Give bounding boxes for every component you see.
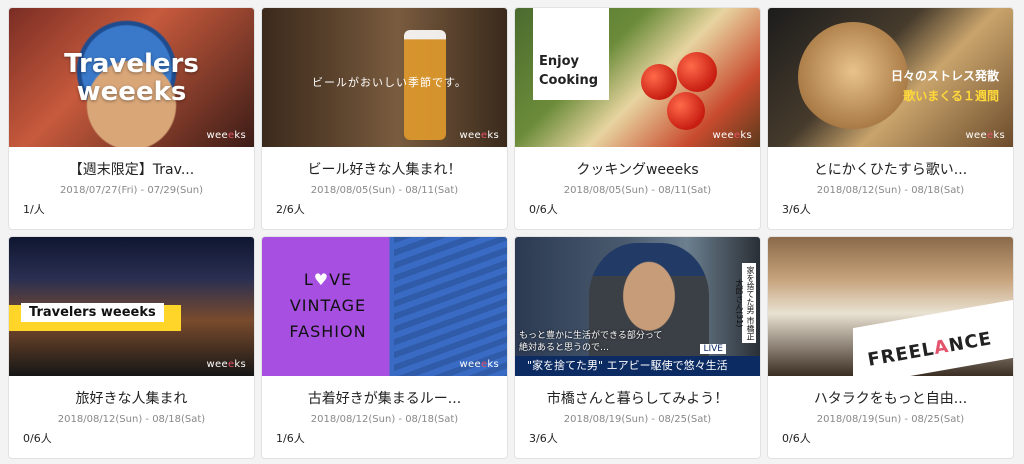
event-card[interactable]: Enjoy Cooking weeeks クッキングweeeks 2018/08… (514, 7, 761, 230)
event-thumbnail[interactable]: Enjoy Cooking weeeks (515, 8, 760, 147)
weeeks-watermark: weeeks (206, 130, 246, 141)
weeeks-watermark: weeeks (712, 130, 752, 141)
event-card[interactable]: 日々のストレス発散 歌いまくる１週間 weeeks とにかくひたすら歌い... … (767, 7, 1014, 230)
event-title[interactable]: 【週末限定】Trav... (9, 159, 254, 179)
event-thumbnail[interactable]: Travelers weeeks weeeks (9, 237, 254, 376)
thumbnail-title-line: VINTAGE (289, 296, 367, 315)
weeeks-watermark: weeeks (459, 130, 499, 141)
thumbnail-title: Travelers weeeks (64, 49, 199, 107)
event-dates: 2018/08/05(Sun) - 08/11(Sat) (563, 185, 712, 196)
news-side-caption: 家を捨てた男 市橋正太郎さん(31) (735, 263, 756, 343)
participant-count: 3/6人 (529, 432, 558, 445)
thumbnail-title-line: Cooking (539, 73, 599, 88)
weeeks-watermark: weeeks (206, 359, 246, 370)
event-dates: 2018/08/12(Sun) - 08/18(Sat) (310, 414, 459, 425)
participant-count: 0/6人 (23, 432, 52, 445)
event-title[interactable]: クッキングweeeks (515, 159, 760, 179)
event-thumbnail[interactable]: 日々のストレス発散 歌いまくる１週間 weeeks (768, 8, 1013, 147)
participant-count: 1/6人 (276, 432, 305, 445)
event-dates: 2018/08/12(Sun) - 08/18(Sat) (816, 185, 965, 196)
thumbnail-title-line: L♥VE (303, 270, 353, 289)
thumbnail-title: ビールがおいしい季節です。 (312, 76, 467, 89)
event-card[interactable]: L♥VE VINTAGE FASHION weeeks 古着好きが集まるルー..… (261, 236, 508, 459)
event-thumbnail[interactable]: L♥VE VINTAGE FASHION weeeks (262, 237, 507, 376)
thumbnail-title-line: Enjoy (539, 54, 579, 69)
event-card[interactable]: Travelers weeeks weeeks 旅好きな人集まれ 2018/08… (8, 236, 255, 459)
event-dates: 2018/07/27(Fri) - 07/29(Sun) (60, 185, 203, 196)
event-thumbnail[interactable]: Travelers weeeks weeeks (9, 8, 254, 147)
event-card[interactable]: ビールがおいしい季節です。 weeeks ビール好きな人集まれ！ 2018/08… (261, 7, 508, 230)
event-title[interactable]: 古着好きが集まるルー... (262, 388, 507, 408)
weeeks-watermark: weeeks (459, 359, 499, 370)
event-dates: 2018/08/19(Sun) - 08/25(Sat) (563, 414, 712, 425)
event-title[interactable]: ビール好きな人集まれ！ (262, 159, 507, 179)
participant-count: 0/6人 (782, 432, 811, 445)
tomato-image (677, 52, 717, 92)
thumbnail-title: Travelers weeeks (21, 303, 164, 322)
thumbnail-caption: 日々のストレス発散 歌いまくる１週間 (891, 66, 999, 106)
jeans-image (394, 237, 507, 376)
event-card[interactable]: Travelers weeeks weeeks 【週末限定】Trav... 20… (8, 7, 255, 230)
event-title[interactable]: ハタラクをもっと自由... (768, 388, 1013, 408)
news-subtitle: もっと豊かに生活ができる部分って 絶対あると思うので… (519, 331, 663, 353)
event-dates: 2018/08/05(Sun) - 08/11(Sat) (310, 185, 459, 196)
event-title[interactable]: とにかくひたすら歌い... (768, 159, 1013, 179)
participant-count: 1/人 (23, 203, 45, 216)
event-card[interactable]: 家を捨てた男 市橋正太郎さん(31) もっと豊かに生活ができる部分って 絶対ある… (514, 236, 761, 459)
tomato-image (641, 64, 677, 100)
event-dates: 2018/08/19(Sun) - 08/25(Sat) (816, 414, 965, 425)
participant-count: 2/6人 (276, 203, 305, 216)
weeeks-watermark: weeeks (965, 130, 1005, 141)
event-thumbnail[interactable]: 家を捨てた男 市橋正太郎さん(31) もっと豊かに生活ができる部分って 絶対ある… (515, 237, 760, 376)
thumbnail-caption-line: 日々のストレス発散 (890, 69, 999, 83)
participant-count: 3/6人 (782, 203, 811, 216)
thumbnail-caption-line: 歌いまくる１週間 (903, 89, 999, 103)
event-grid: Travelers weeeks weeeks 【週末限定】Trav... 20… (0, 0, 1024, 464)
tomato-image (667, 92, 705, 130)
event-title[interactable]: 市橋さんと暮らしてみよう！ (515, 388, 760, 408)
participant-count: 0/6人 (529, 203, 558, 216)
event-thumbnail[interactable]: FREELANCE (768, 237, 1013, 376)
event-card[interactable]: FREELANCE ハタラクをもっと自由... 2018/08/19(Sun) … (767, 236, 1014, 459)
thumbnail-title-line: FASHION (289, 322, 367, 341)
news-caption: "家を捨てた男" エアビー駆使で悠々生活 (515, 356, 760, 376)
event-dates: 2018/08/12(Sun) - 08/18(Sat) (57, 414, 206, 425)
heart-icon: ♥ (313, 270, 330, 289)
live-badge: LIVE (700, 344, 726, 354)
event-thumbnail[interactable]: ビールがおいしい季節です。 weeeks (262, 8, 507, 147)
thumbnail-title-box: Enjoy Cooking (533, 8, 609, 100)
event-title[interactable]: 旅好きな人集まれ (9, 388, 254, 408)
thumbnail-title: L♥VE VINTAGE FASHION (262, 267, 394, 345)
